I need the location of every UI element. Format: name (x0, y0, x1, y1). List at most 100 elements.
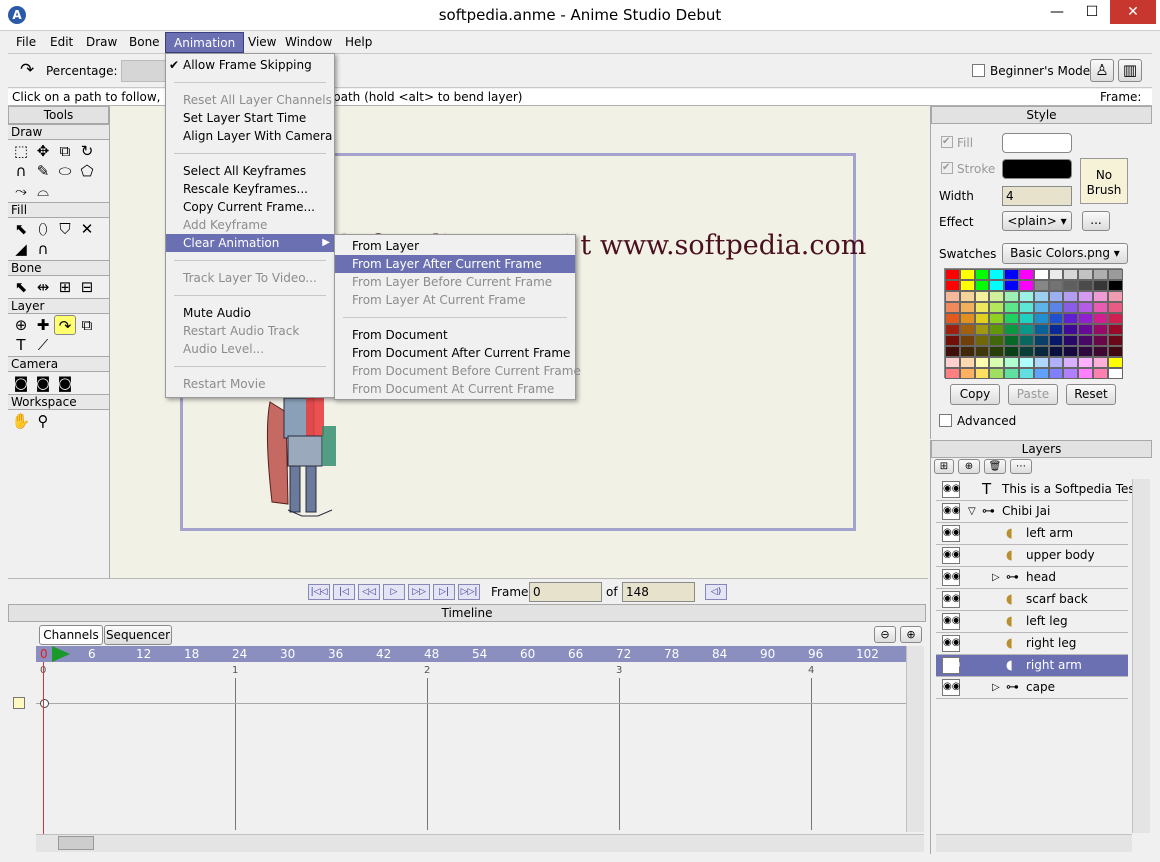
channel-area[interactable] (36, 662, 906, 832)
palette-swatch[interactable] (1107, 346, 1123, 357)
palette-swatch[interactable] (989, 357, 1005, 368)
stroke-color-swatch[interactable] (1002, 159, 1072, 179)
menu-file[interactable]: File (8, 32, 44, 53)
character-figure[interactable] (262, 392, 344, 520)
play-button[interactable]: ▷ (383, 584, 405, 600)
palette-swatch[interactable] (1048, 346, 1064, 357)
end-button[interactable]: ▷▷| (458, 584, 480, 600)
palette-swatch[interactable] (945, 302, 960, 313)
palette-swatch[interactable] (974, 302, 990, 313)
palette-swatch[interactable] (974, 269, 990, 280)
layer-row[interactable]: ◉◉ ◖ left arm (936, 523, 1128, 545)
palette-swatch[interactable] (1063, 368, 1079, 379)
palette-swatch[interactable] (1048, 313, 1064, 324)
palette-swatch[interactable] (1048, 368, 1064, 379)
palette-swatch[interactable] (1033, 280, 1049, 291)
menu-item-align-layer-with-camera[interactable]: Align Layer With Camera (166, 127, 334, 145)
palette-swatch[interactable] (1107, 324, 1123, 335)
palette-swatch[interactable] (959, 291, 975, 302)
delete-layer-icon[interactable]: 🗑 (984, 459, 1006, 474)
stroke-checkbox[interactable]: ✔ (941, 162, 953, 174)
menu-bone[interactable]: Bone (121, 32, 168, 53)
fast-forward-button[interactable]: ▷▷ (408, 584, 430, 600)
paint-bucket-icon[interactable]: ⛉ (54, 219, 76, 239)
palette-swatch[interactable] (1048, 302, 1064, 313)
tab-channels[interactable]: Channels (39, 625, 103, 645)
palette-swatch[interactable] (945, 357, 960, 368)
palette-swatch[interactable] (1048, 280, 1064, 291)
palette-swatch[interactable] (1093, 357, 1108, 368)
menu-item-mute-audio[interactable]: Mute Audio (166, 304, 334, 322)
palette-swatch[interactable] (1063, 357, 1079, 368)
maximize-button[interactable]: ☐ (1075, 0, 1109, 24)
palette-swatch[interactable] (1019, 357, 1034, 368)
palette-swatch[interactable] (1033, 346, 1049, 357)
palette-swatch[interactable] (959, 280, 975, 291)
roll-camera-icon[interactable]: ◙ (54, 373, 76, 393)
translate-layer-icon[interactable]: ✚ (32, 315, 54, 335)
palette-swatch[interactable] (1107, 313, 1123, 324)
palette-swatch[interactable] (1019, 368, 1034, 379)
zoom-out-icon[interactable]: ⊖ (874, 626, 896, 643)
minimize-button[interactable]: — (1040, 0, 1074, 24)
effect-more-button[interactable]: ... (1082, 211, 1110, 231)
expand-toggle-icon[interactable]: ▷ (992, 677, 1000, 698)
palette-swatch[interactable] (1078, 313, 1093, 324)
layers-vscroll[interactable] (1132, 479, 1150, 833)
palette-swatch[interactable] (1093, 280, 1108, 291)
palette-swatch[interactable] (1078, 324, 1093, 335)
character-wizard-icon[interactable]: ♙ (1090, 59, 1114, 82)
palette-swatch[interactable] (959, 302, 975, 313)
total-frames-input[interactable]: 148 (622, 582, 695, 602)
eyedropper-icon[interactable]: ⟋ (32, 335, 54, 355)
expand-toggle-icon[interactable]: ▽ (968, 501, 976, 522)
layer-row[interactable]: ◉◉ T This is a Softpedia Test. (936, 479, 1143, 501)
layer-row[interactable]: ◉◉ ▷ ⊶ cape (936, 677, 1128, 699)
palette-swatch[interactable] (959, 269, 975, 280)
palette-swatch[interactable] (959, 357, 975, 368)
palette-swatch[interactable] (1019, 302, 1034, 313)
zoom-magnifier-icon[interactable]: ⚲ (32, 411, 54, 431)
visibility-eye-icon[interactable]: ◉◉ (942, 657, 960, 674)
audio-speaker-icon[interactable]: ◁) (705, 584, 727, 600)
visibility-eye-icon[interactable]: ◉◉ (942, 481, 960, 498)
timeline-vscroll[interactable] (906, 646, 924, 832)
palette-swatch[interactable] (1063, 269, 1079, 280)
palette-swatch[interactable] (1063, 291, 1079, 302)
palette-swatch[interactable] (1063, 313, 1079, 324)
timeline-hscroll[interactable] (36, 834, 924, 852)
delete-shape-icon[interactable]: ✕ (76, 219, 98, 239)
palette-swatch[interactable] (1078, 335, 1093, 346)
visibility-eye-icon[interactable]: ◉◉ (942, 525, 960, 542)
menu-draw[interactable]: Draw (78, 32, 125, 53)
menu-item-select-all-keyframes[interactable]: Select All Keyframes (166, 162, 334, 180)
visibility-eye-icon[interactable]: ◉◉ (942, 569, 960, 586)
timeline-hscroll-thumb[interactable] (58, 836, 94, 850)
palette-swatch[interactable] (1033, 368, 1049, 379)
copy-button[interactable]: Copy (950, 384, 1000, 405)
submenu-item-from-document[interactable]: From Document (335, 326, 575, 344)
palette-swatch[interactable] (974, 280, 990, 291)
palette-swatch[interactable] (974, 324, 990, 335)
palette-swatch[interactable] (989, 324, 1005, 335)
duplicate-layer-icon[interactable]: ⊕ (958, 459, 980, 474)
palette-swatch[interactable] (1107, 335, 1123, 346)
layer-row[interactable]: ◉◉ ▽ ⊶ Chibi Jai (936, 501, 1128, 523)
swatches-dropdown[interactable]: Basic Colors.png ▾ (1002, 243, 1128, 264)
palette-swatch[interactable] (1004, 346, 1019, 357)
palette-swatch[interactable] (1033, 313, 1049, 324)
reparent-bone-icon[interactable]: ⊟ (76, 277, 98, 297)
palette-swatch[interactable] (1033, 269, 1049, 280)
palette-swatch[interactable] (989, 280, 1005, 291)
set-origin-icon[interactable]: ⊕ (10, 315, 32, 335)
close-button[interactable]: ✕ (1110, 0, 1156, 24)
width-input[interactable]: 4 (1002, 186, 1072, 206)
hide-edge-icon[interactable]: ∩ (32, 239, 54, 259)
palette-swatch[interactable] (959, 346, 975, 357)
fill-color-swatch[interactable] (1002, 133, 1072, 153)
palette-swatch[interactable] (1033, 302, 1049, 313)
menu-edit[interactable]: Edit (42, 32, 81, 53)
rewind-button[interactable]: |◁◁ (308, 584, 330, 600)
palette-swatch[interactable] (989, 302, 1005, 313)
palette-swatch[interactable] (1004, 368, 1019, 379)
